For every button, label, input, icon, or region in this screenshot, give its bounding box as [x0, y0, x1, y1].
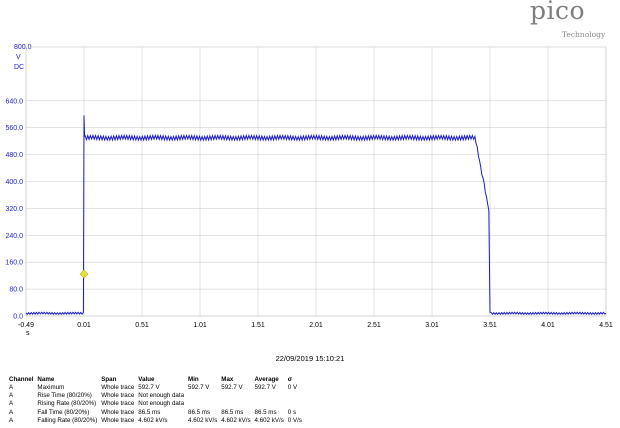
measurement-cell — [221, 400, 254, 408]
measurement-cell: 86.5 ms — [188, 408, 211, 416]
measurement-cell — [188, 391, 221, 399]
measurement-cell: 0 V/s — [287, 417, 302, 425]
x-tick-label: 2.01 — [309, 322, 323, 329]
measurement-cell: 4.602 kV/s — [221, 417, 251, 425]
measurement-cell — [188, 400, 221, 408]
scope-plot[interactable]: 0.0 80.0 160.0 240.0 320.0 400.0 480.0 560.0 640… — [0, 0, 620, 345]
measurement-cell: 86.5 ms — [138, 408, 161, 416]
measurement-cell: Whole trace — [101, 400, 135, 408]
measurement-cell: 4.602 kV/s — [188, 417, 218, 425]
x-tick-label: 0.51 — [135, 322, 149, 329]
measurements-table: Channel Name Span Value Min Max Average σ A Maxi… — [9, 375, 306, 425]
y-tick-label: 160.0 — [5, 260, 23, 267]
x-tick-label: 0.01 — [77, 322, 91, 329]
measurement-cell — [288, 391, 306, 399]
measurement-row: A Fall Time (80/20%) Whole trace 86.5 ms 86.… — [9, 408, 306, 416]
measurement-cell: 86.5 ms — [254, 408, 277, 416]
y-tick-label: 80.0 — [9, 287, 23, 294]
measurement-cell: Not enough data — [138, 392, 185, 400]
measurements-header-cell: Min — [188, 375, 199, 383]
measurement-cell — [288, 400, 306, 408]
measurement-cell: 4.602 kV/s — [254, 417, 284, 425]
measurement-cell: 0 V — [287, 383, 298, 391]
measurement-cell: Not enough data — [138, 400, 185, 408]
trigger-marker — [79, 269, 89, 279]
measurement-cell: 4.602 kV/s — [138, 417, 168, 425]
measurements-header-cell: Span — [101, 375, 117, 383]
measurement-cell — [255, 400, 288, 408]
measurement-row: A Maximum Whole trace 592.7 V 592.7 V 592.7 V… — [9, 383, 306, 391]
measurement-cell: Whole trace — [101, 392, 135, 400]
measurement-cell: 592.7 V — [138, 383, 160, 391]
x-tick-label: 1.51 — [251, 322, 265, 329]
measurement-cell: Rise Time (80/20%) — [37, 392, 92, 400]
measurements-header-row: Channel Name Span Value Min Max Average σ — [9, 375, 306, 383]
measurement-cell: 592.7 V — [221, 383, 243, 391]
measurement-row: A Falling Rate (80/20%) Whole trace 4.602 k… — [9, 417, 306, 425]
measurement-cell: 0 s — [287, 408, 297, 416]
measurement-row: A Rise Time (80/20%) Whole trace Not enough… — [9, 391, 306, 399]
y-tick-label: 640.0 — [5, 98, 23, 105]
measurement-row: A Rising Rate (80/20%) Whole trace Not enou… — [9, 400, 306, 408]
measurement-cell: Maximum — [37, 383, 65, 391]
measurement-cell — [221, 391, 254, 399]
y-tick-label: 400.0 — [5, 179, 23, 186]
x-tick-label: 4.51 — [599, 322, 613, 329]
measurement-cell: Whole trace — [101, 417, 135, 425]
y-tick-label: 240.0 — [5, 233, 23, 240]
measurement-cell: 86.5 ms — [221, 408, 244, 416]
measurement-cell: 592.7 V — [188, 383, 210, 391]
measurement-cell: A — [9, 417, 14, 425]
measurements-header-cell: Name — [37, 375, 55, 383]
measurement-cell: Whole trace — [101, 408, 135, 416]
measurement-cell: Rising Rate (80/20%) — [37, 400, 97, 408]
measurement-cell: A — [9, 392, 14, 400]
measurement-cell: Whole trace — [101, 383, 135, 391]
x-tick-label: 3.01 — [425, 322, 439, 329]
x-tick-label: -0.49 — [18, 322, 34, 329]
measurement-cell: A — [9, 383, 14, 391]
measurement-cell: Falling Rate (80/20%) — [37, 417, 98, 425]
x-tick-label: 4.01 — [541, 322, 555, 329]
measurement-cell — [255, 391, 288, 399]
y-tick-label: 0.0 — [13, 314, 23, 321]
x-tick-label: 2.51 — [367, 322, 381, 329]
x-tick-label: 1.01 — [193, 322, 207, 329]
measurement-cell: A — [9, 408, 14, 416]
measurements-header-cell: Max — [221, 375, 234, 383]
measurement-cell: Fall Time (80/20%) — [37, 408, 90, 416]
capture-timestamp: 22/09/2019 15:10:21 — [275, 354, 345, 363]
y-tick-label: 560.0 — [5, 125, 23, 132]
measurements-header-cell: Average — [254, 375, 279, 383]
measurement-cell: A — [9, 400, 14, 408]
measurement-cell: 592.7 V — [254, 383, 276, 391]
measurements-header-cell: σ — [287, 375, 293, 383]
y-tick-label: 320.0 — [5, 206, 23, 213]
y-tick-label: 480.0 — [5, 152, 23, 159]
x-tick-label: 3.51 — [483, 322, 497, 329]
measurements-header-cell: Value — [138, 375, 155, 383]
measurements-header-cell: Channel — [9, 375, 34, 383]
